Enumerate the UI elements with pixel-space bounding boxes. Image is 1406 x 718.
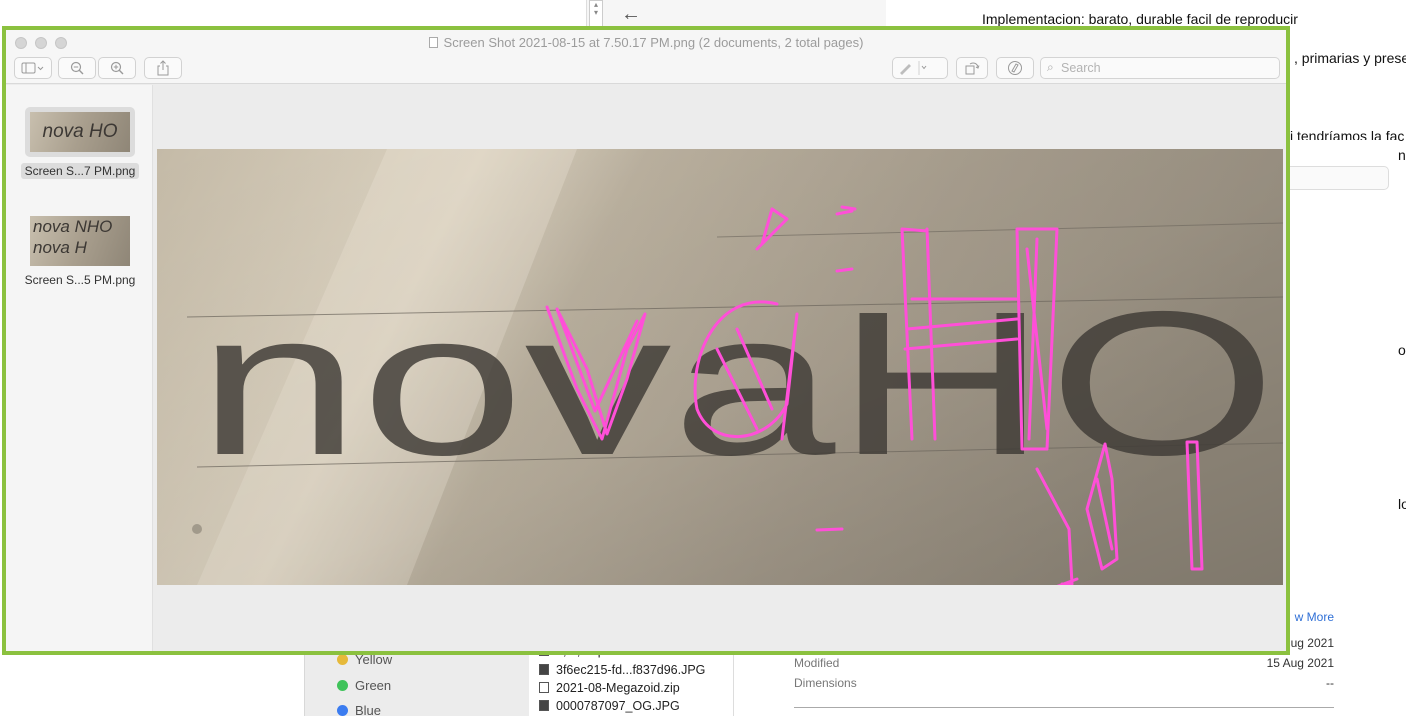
share-icon: [157, 60, 169, 76]
back-arrow-icon[interactable]: ←: [621, 3, 641, 26]
file-name: 3f6ec215-fd...f837d96.JPG: [556, 663, 706, 677]
doc-line: lo: [1398, 496, 1406, 512]
info-row: Dimensions --: [794, 676, 1334, 690]
search-icon: ⌕: [1047, 60, 1054, 74]
thumbnail-image-text: nova NHO: [33, 217, 113, 236]
title-bar: Screen Shot 2021-08-15 at 7.50.17 PM.png…: [6, 30, 1286, 84]
sketched-lettering: novaHO: [197, 269, 1277, 498]
info-value: --: [1326, 676, 1334, 690]
rotate-icon: [965, 62, 980, 75]
markup-toolbar-icon: [1008, 61, 1022, 75]
thumbnail-image: nova HO: [30, 112, 130, 152]
list-item[interactable]: 3f6ec215-fd...f837d96.JPG: [539, 663, 705, 677]
zoom-in-button[interactable]: [98, 57, 136, 79]
tag-label: Green: [355, 678, 392, 693]
info-value: ug 2021: [1290, 636, 1334, 650]
search-field[interactable]: ⌕: [1040, 57, 1280, 79]
zip-file-icon: [539, 682, 549, 693]
thumbnail-caption: Screen S...5 PM.png: [24, 273, 136, 287]
zoom-out-icon: [70, 61, 84, 75]
tag-dot: [337, 654, 348, 665]
divider: [794, 707, 1334, 708]
doc-line: Implementacion: barato, durable facil de…: [982, 11, 1298, 27]
zoom-in-icon: [110, 61, 124, 75]
background-panel: [1288, 140, 1398, 600]
thumbnail-caption: Screen S...7 PM.png: [20, 163, 140, 179]
thumbnail-frame: nova HO: [25, 107, 135, 157]
search-input[interactable]: [1061, 60, 1271, 76]
doc-line: , primarias y prese: [1294, 50, 1406, 66]
thumbnail-sidebar: nova HO Screen S...7 PM.png nova NHO nov…: [6, 85, 153, 651]
share-button[interactable]: [144, 57, 182, 79]
tag-dot: [337, 705, 348, 716]
markup-pen-icon: [900, 61, 927, 75]
sidebar-toggle-button[interactable]: [14, 57, 52, 79]
image-file-icon: [539, 700, 549, 711]
list-item[interactable]: 0000787097_OG.JPG: [539, 699, 680, 713]
window-title: Screen Shot 2021-08-15 at 7.50.17 PM.png…: [6, 35, 1286, 50]
window-title-text: Screen Shot 2021-08-15 at 7.50.17 PM.png…: [443, 35, 864, 50]
markup-toolbar-button[interactable]: [996, 57, 1034, 79]
thumbnail-item[interactable]: nova NHO nova H Screen S...5 PM.png: [20, 216, 140, 289]
tag-green[interactable]: Green: [337, 678, 391, 693]
thumbnail-frame: nova NHO nova H: [25, 216, 135, 266]
show-more-link[interactable]: w More: [1295, 610, 1334, 624]
file-name: 2021-08-Megazoid.zip: [556, 681, 680, 695]
thumbnail-item[interactable]: nova HO Screen S...7 PM.png: [20, 107, 140, 180]
sidebar-toggle-icon: [21, 62, 44, 74]
markup-pen-button[interactable]: [892, 57, 948, 79]
paper-spot: [192, 524, 202, 534]
file-name: 0000787097_OG.JPG: [556, 699, 680, 713]
doc-line: ns: [1398, 147, 1406, 163]
list-item[interactable]: 2021-08-Megazoid.zip: [539, 681, 680, 695]
rotate-button[interactable]: [956, 57, 988, 79]
document-icon: [428, 37, 438, 48]
tag-dot: [337, 680, 348, 691]
info-label: Dimensions: [794, 676, 857, 690]
background-field: [1289, 166, 1389, 190]
document-image: novaHO: [157, 149, 1283, 585]
thumbnail-image: nova NHO nova H: [30, 216, 130, 266]
zoom-out-button[interactable]: [58, 57, 96, 79]
thumbnail-image-text: nova HO: [42, 121, 118, 142]
info-row: Modified 15 Aug 2021: [794, 656, 1334, 670]
image-file-icon: [539, 664, 549, 675]
thumbnail-image-text: nova H: [33, 238, 87, 257]
info-value: 15 Aug 2021: [1266, 656, 1334, 670]
preview-window: Screen Shot 2021-08-15 at 7.50.17 PM.png…: [2, 26, 1290, 655]
info-label: Modified: [794, 656, 840, 670]
doc-line: o: [1398, 342, 1406, 358]
